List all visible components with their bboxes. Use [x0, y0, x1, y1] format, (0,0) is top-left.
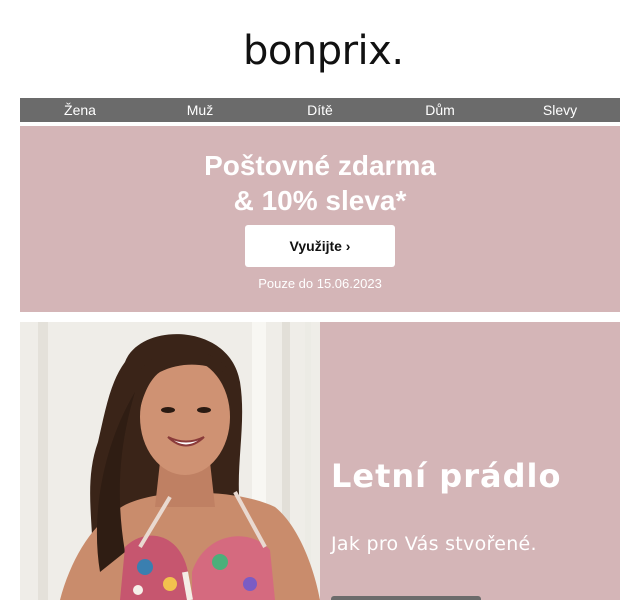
- hero-cta-button[interactable]: [331, 596, 481, 600]
- hero-subtitle: Jak pro Vás stvořené.: [331, 533, 537, 555]
- logo-text: bonprix: [243, 28, 392, 74]
- promo-title: Poštovné zdarma & 10% sleva*: [20, 148, 620, 218]
- promo-cta-button[interactable]: Využijte ›: [245, 225, 395, 267]
- promo-title-line2: & 10% sleva*: [233, 185, 407, 216]
- nav-item-slevy[interactable]: Slevy: [500, 98, 620, 122]
- promo-validity-note: Pouze do 15.06.2023: [258, 276, 382, 291]
- hero-banner[interactable]: Letní prádlo Jak pro Vás stvořené.: [20, 322, 620, 600]
- promo-title-line1: Poštovné zdarma: [204, 150, 436, 181]
- nav-item-dite[interactable]: Dítě: [260, 98, 380, 122]
- header: bonprix.: [0, 0, 640, 98]
- nav-item-zena[interactable]: Žena: [20, 98, 140, 122]
- nav-item-muz[interactable]: Muž: [140, 98, 260, 122]
- woman-photo-illustration: [20, 322, 320, 600]
- hero-photo[interactable]: [20, 322, 320, 600]
- hero-title: Letní prádlo: [331, 457, 562, 495]
- bonprix-logo[interactable]: bonprix.: [243, 26, 404, 76]
- promo-banner[interactable]: Poštovné zdarma & 10% sleva* Využijte › …: [20, 126, 620, 312]
- logo-dot: .: [391, 28, 404, 74]
- nav-item-dum[interactable]: Dům: [380, 98, 500, 122]
- main-nav: Žena Muž Dítě Dům Slevy: [20, 98, 620, 122]
